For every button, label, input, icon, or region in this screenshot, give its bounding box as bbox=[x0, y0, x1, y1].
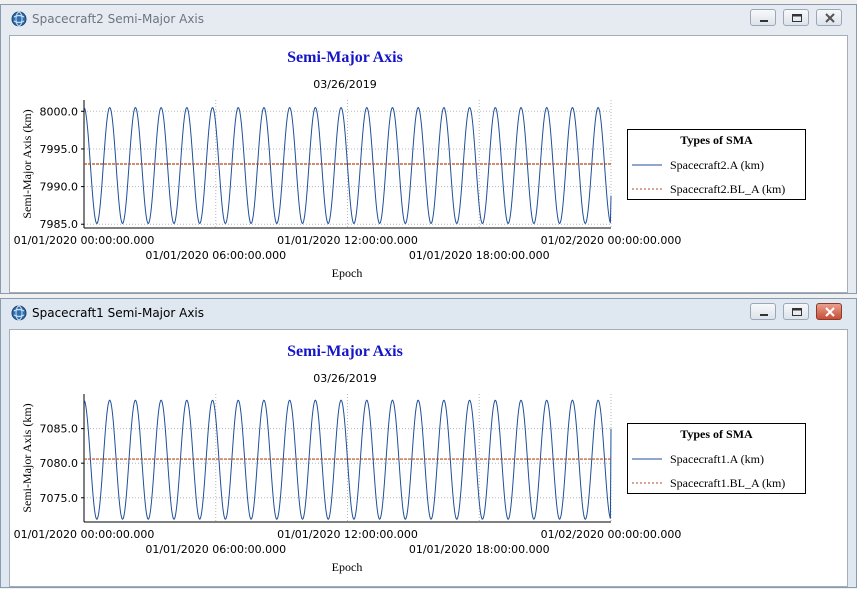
y-tick-label: 7085.0 bbox=[40, 423, 79, 436]
x-axis-label: Epoch bbox=[332, 266, 363, 280]
x-tick-label: 01/01/2020 06:00:00.000 bbox=[145, 543, 286, 556]
close-icon bbox=[825, 307, 835, 317]
y-tick-label: 7990.0 bbox=[40, 181, 79, 194]
legend-label: Spacecraft2.BL_A (km) bbox=[670, 182, 786, 196]
legend-solid-line-icon bbox=[632, 164, 662, 166]
legend-title: Types of SMA bbox=[680, 133, 753, 147]
x-tick-label: 01/01/2020 12:00:00.000 bbox=[277, 234, 418, 247]
close-button[interactable] bbox=[816, 303, 842, 320]
legend-dashed-line-icon bbox=[632, 482, 662, 484]
legend-title: Types of SMA bbox=[680, 427, 753, 441]
y-tick-label: 7080.0 bbox=[40, 457, 79, 470]
x-tick-label: 01/01/2020 06:00:00.000 bbox=[145, 249, 286, 262]
x-tick-label: 01/02/2020 00:00:00.000 bbox=[541, 528, 682, 541]
x-tick-label: 01/01/2020 18:00:00.000 bbox=[409, 249, 550, 262]
chart-panel: Semi-Major Axis 03/26/2019 7085.0 7080.0 707… bbox=[9, 329, 848, 587]
y-tick-label: 7075.0 bbox=[40, 492, 79, 505]
y-tick-label: 8000.0 bbox=[40, 105, 79, 118]
app-globe-icon bbox=[11, 305, 27, 321]
maximize-button[interactable] bbox=[783, 9, 809, 26]
legend-solid-line-icon bbox=[632, 458, 662, 460]
legend-label: Spacecraft1.A (km) bbox=[670, 452, 764, 466]
chart-subtitle: 03/26/2019 bbox=[313, 372, 376, 385]
y-axis-label: Semi-Major Axis (km) bbox=[20, 403, 34, 512]
minimize-button[interactable] bbox=[750, 9, 776, 26]
chart-panel: Semi-Major Axis 03/26/2019 8000.0 7995.0 799… bbox=[9, 35, 848, 293]
app-globe-icon bbox=[11, 11, 27, 27]
maximize-button[interactable] bbox=[783, 303, 809, 320]
window-title: Spacecraft1 Semi-Major Axis bbox=[32, 306, 205, 320]
spacecraft2-titlebar[interactable]: Spacecraft2 Semi-Major Axis bbox=[1, 5, 856, 33]
y-axis-label: Semi-Major Axis (km) bbox=[20, 109, 34, 218]
x-axis-label: Epoch bbox=[332, 560, 363, 574]
legend-dashed-line-icon bbox=[632, 188, 662, 190]
close-icon bbox=[825, 13, 835, 23]
window-title: Spacecraft2 Semi-Major Axis bbox=[32, 12, 205, 26]
chart-subtitle: 03/26/2019 bbox=[313, 78, 376, 91]
y-tick-label: 7985.0 bbox=[40, 218, 79, 231]
close-button[interactable] bbox=[816, 9, 842, 26]
chart-title: Semi-Major Axis bbox=[287, 49, 403, 66]
x-tick-label: 01/01/2020 12:00:00.000 bbox=[277, 528, 418, 541]
chart-legend: Types of SMA Spacecraft2.A (km) Spacecra… bbox=[627, 129, 806, 200]
maximize-icon bbox=[792, 14, 802, 22]
chart-legend: Types of SMA Spacecraft1.A (km) Spacecra… bbox=[627, 423, 806, 494]
minimize-icon bbox=[760, 314, 768, 316]
spacecraft2-window[interactable]: Spacecraft2 Semi-Major Axis Semi-Major A… bbox=[0, 4, 857, 294]
x-tick-label: 01/01/2020 00:00:00.000 bbox=[14, 528, 155, 541]
x-tick-label: 01/01/2020 18:00:00.000 bbox=[409, 543, 550, 556]
chart-title: Semi-Major Axis bbox=[287, 343, 403, 360]
x-tick-label: 01/02/2020 00:00:00.000 bbox=[541, 234, 682, 247]
y-tick-label: 7995.0 bbox=[40, 143, 79, 156]
minimize-icon bbox=[760, 20, 768, 22]
spacecraft1-titlebar[interactable]: Spacecraft1 Semi-Major Axis bbox=[1, 299, 856, 327]
minimize-button[interactable] bbox=[750, 303, 776, 320]
legend-label: Spacecraft2.A (km) bbox=[670, 158, 764, 172]
spacecraft1-window[interactable]: Spacecraft1 Semi-Major Axis Semi-Major A… bbox=[0, 298, 857, 588]
maximize-icon bbox=[792, 308, 802, 316]
legend-label: Spacecraft1.BL_A (km) bbox=[670, 476, 786, 490]
x-tick-label: 01/01/2020 00:00:00.000 bbox=[14, 234, 155, 247]
